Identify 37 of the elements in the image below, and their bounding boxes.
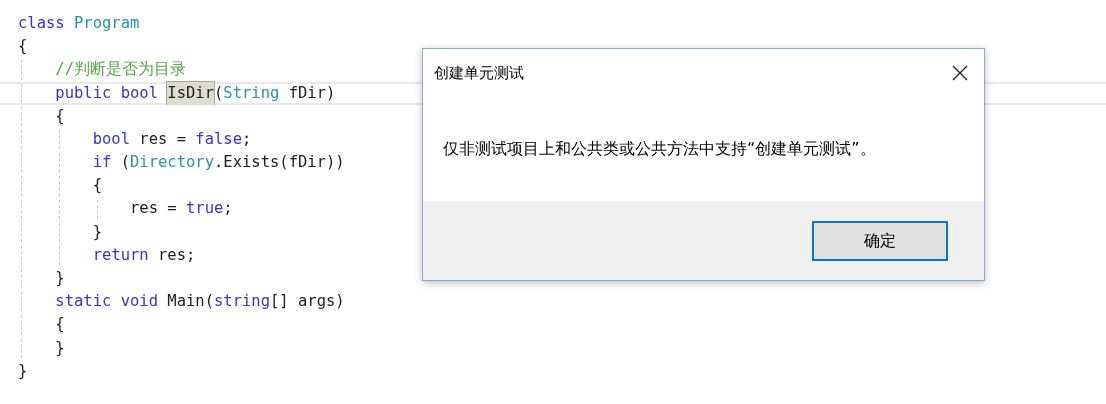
code-token: { bbox=[91, 175, 102, 197]
code-token: ( bbox=[119, 152, 130, 174]
code-token: class bbox=[18, 12, 65, 34]
dialog-message: 仅非测试项目上和公共类或公共方法中支持“创建单元测试”。 bbox=[443, 138, 876, 160]
code-token: fDir) bbox=[287, 82, 336, 104]
code-token: ( bbox=[214, 82, 224, 104]
code-token: ; bbox=[242, 128, 252, 150]
code-token: true bbox=[186, 198, 224, 220]
code-token: bool bbox=[91, 128, 130, 150]
code-token: Main( bbox=[166, 291, 214, 313]
code-token: [] args) bbox=[270, 291, 345, 313]
code-token: String bbox=[223, 82, 280, 104]
code-token: { bbox=[54, 105, 65, 127]
code-token: public bool bbox=[54, 82, 159, 104]
code-token: res = bbox=[138, 128, 187, 150]
code-token: ; bbox=[223, 198, 233, 220]
code-token: Program bbox=[73, 12, 140, 34]
code-token: //判断是否为目录 bbox=[54, 59, 186, 81]
ok-button[interactable]: 确定 bbox=[812, 220, 948, 261]
code-token: false bbox=[195, 128, 242, 150]
code-token: { bbox=[54, 314, 65, 336]
code-token: IsDir bbox=[167, 81, 214, 105]
code-token: static void bbox=[54, 291, 158, 313]
code-token: string bbox=[214, 291, 270, 313]
close-icon[interactable] bbox=[950, 63, 970, 83]
code-token: return bbox=[91, 244, 149, 266]
code-token: { bbox=[18, 36, 28, 58]
code-token: res = bbox=[128, 198, 178, 220]
code-token: } bbox=[54, 268, 65, 290]
code-token: } bbox=[18, 360, 28, 382]
dialog-title: 创建单元测试 bbox=[434, 62, 524, 84]
code-token: .Exists(fDir)) bbox=[214, 152, 345, 174]
code-token: res; bbox=[157, 244, 196, 266]
code-token: if bbox=[91, 152, 112, 174]
code-token: } bbox=[54, 337, 65, 359]
code-token: } bbox=[91, 221, 102, 243]
code-token: Directory bbox=[130, 152, 214, 174]
